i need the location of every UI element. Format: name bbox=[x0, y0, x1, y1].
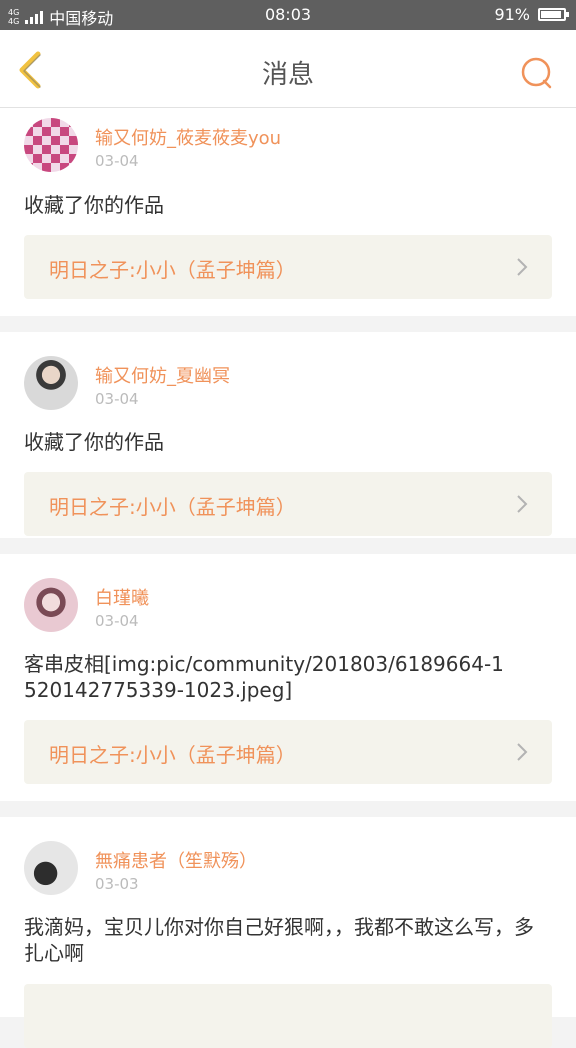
chevron-right-icon bbox=[517, 743, 528, 761]
work-title: 明日之子:小小（孟子坤篇） bbox=[49, 495, 296, 519]
user-name[interactable]: 白瑾曦 bbox=[95, 584, 149, 610]
work-title: 明日之子:小小（孟子坤篇） bbox=[49, 743, 296, 767]
battery-percent: 91% bbox=[494, 5, 530, 24]
avatar[interactable] bbox=[24, 118, 78, 172]
status-bar: 4G 4G 中国移动 08:03 91% bbox=[0, 0, 576, 30]
message-text: 收藏了你的作品 bbox=[24, 193, 164, 217]
message-text: 客串皮相[img:pic/community/201803/6189664-15… bbox=[24, 652, 504, 702]
work-title: 明日之子:小小（孟子坤篇） bbox=[49, 258, 296, 282]
avatar[interactable] bbox=[24, 356, 78, 410]
user-name[interactable]: 無痛患者（笙默殇） bbox=[95, 847, 257, 873]
message-card: 無痛患者（笙默殇） 03-03 我滴妈，宝贝儿你对你自己好狠啊，，我都不敢这么写… bbox=[0, 817, 576, 1048]
message-date: 03-03 bbox=[95, 875, 139, 893]
battery-fill bbox=[541, 11, 562, 18]
message-date: 03-04 bbox=[95, 612, 139, 630]
status-right: 91% bbox=[494, 5, 569, 24]
message-date: 03-04 bbox=[95, 152, 139, 170]
message-text: 收藏了你的作品 bbox=[24, 430, 164, 454]
avatar[interactable] bbox=[24, 841, 78, 895]
message-date: 03-04 bbox=[95, 390, 139, 408]
message-card: 输又何妨_夏幽冥 03-04 收藏了你的作品 明日之子:小小（孟子坤篇） bbox=[0, 332, 576, 538]
user-name[interactable]: 输又何妨_莜麦莜麦you bbox=[95, 124, 281, 150]
message-text: 我滴妈，宝贝儿你对你自己好狠啊，，我都不敢这么写，多扎心啊 bbox=[24, 915, 534, 965]
work-link[interactable]: 明日之子:小小（孟子坤篇） bbox=[24, 720, 552, 784]
battery-icon bbox=[538, 8, 569, 21]
chevron-right-icon bbox=[517, 258, 528, 276]
page-title: 消息 bbox=[261, 60, 314, 90]
search-button[interactable] bbox=[520, 56, 554, 90]
message-card: 输又何妨_莜麦莜麦you 03-04 收藏了你的作品 明日之子:小小（孟子坤篇） bbox=[0, 108, 576, 316]
chevron-right-icon bbox=[517, 495, 528, 513]
message-feed: 输又何妨_莜麦莜麦you 03-04 收藏了你的作品 明日之子:小小（孟子坤篇）… bbox=[0, 108, 576, 1048]
search-icon bbox=[521, 57, 552, 89]
work-link[interactable] bbox=[24, 984, 552, 1048]
nav-header: 消息 bbox=[0, 30, 576, 108]
message-card: 白瑾曦 03-04 客串皮相[img:pic/community/201803/… bbox=[0, 554, 576, 801]
avatar[interactable] bbox=[24, 578, 78, 632]
user-name[interactable]: 输又何妨_夏幽冥 bbox=[95, 362, 230, 388]
work-link[interactable]: 明日之子:小小（孟子坤篇） bbox=[24, 235, 552, 299]
status-time: 08:03 bbox=[264, 5, 312, 24]
work-link[interactable]: 明日之子:小小（孟子坤篇） bbox=[24, 472, 552, 536]
